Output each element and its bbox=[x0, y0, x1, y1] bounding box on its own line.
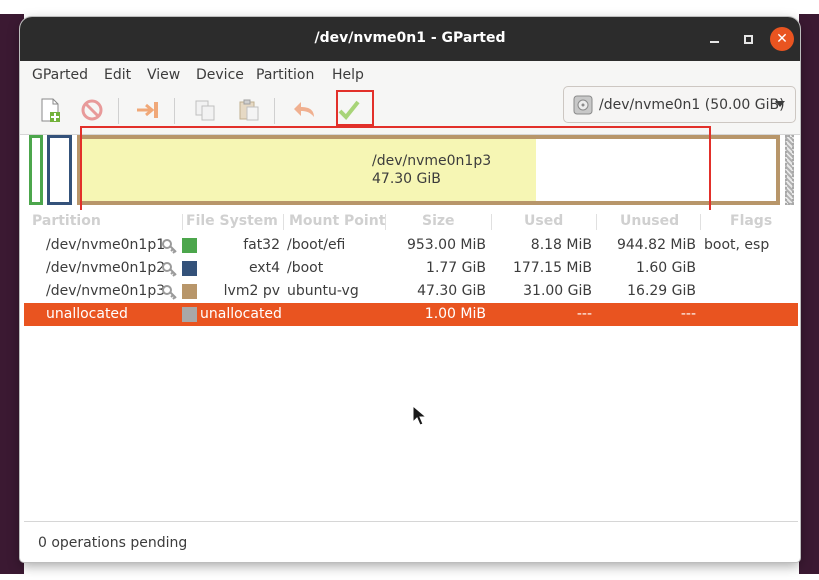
column-file-system[interactable]: File System bbox=[186, 213, 278, 229]
new-partition-button[interactable] bbox=[33, 93, 67, 127]
partition-used: 8.18 MiB bbox=[530, 237, 592, 253]
table-row-selected[interactable]: unallocated unallocated 1.00 MiB --- --- bbox=[24, 303, 798, 326]
operations-pending-status: 0 operations pending bbox=[38, 535, 188, 551]
partition-name: /dev/nvme0n1p1 bbox=[46, 237, 166, 253]
minimize-button[interactable] bbox=[702, 27, 726, 51]
menu-device[interactable]: Device bbox=[196, 67, 244, 83]
device-selector[interactable]: /dev/nvme0n1 (50.00 GiB) bbox=[563, 86, 796, 123]
column-separator bbox=[182, 214, 183, 230]
delete-partition-button[interactable] bbox=[75, 93, 109, 127]
table-row[interactable]: /dev/nvme0n1p1 fat32 /boot/efi 953.00 Mi… bbox=[24, 234, 798, 257]
table-row[interactable]: /dev/nvme0n1p2 ext4 /boot 1.77 GiB 177.1… bbox=[24, 257, 798, 280]
partition-used: 177.15 MiB bbox=[512, 260, 592, 276]
partition-fs: fat32 bbox=[243, 237, 280, 253]
table-row[interactable]: /dev/nvme0n1p3 lvm2 pv ubuntu-vg 47.30 G… bbox=[24, 280, 798, 303]
gparted-window: /dev/nvme0n1 - GParted ✕ GParted Edit Vi… bbox=[20, 17, 800, 562]
toolbar-separator bbox=[274, 98, 275, 124]
partition-mount: /boot bbox=[287, 260, 324, 276]
title-bar[interactable]: /dev/nvme0n1 - GParted ✕ bbox=[20, 17, 800, 61]
fs-color-swatch bbox=[182, 307, 197, 322]
menu-gparted[interactable]: GParted bbox=[32, 67, 88, 83]
partition-table-header: Partition File System Mount Point Size U… bbox=[24, 210, 798, 234]
apply-button[interactable] bbox=[332, 93, 366, 127]
minimize-icon bbox=[709, 41, 719, 43]
window-title: /dev/nvme0n1 - GParted bbox=[314, 30, 506, 46]
fs-color-swatch bbox=[182, 261, 197, 276]
desktop-background-right bbox=[799, 14, 819, 574]
apply-check-icon bbox=[338, 100, 360, 120]
maximize-icon bbox=[743, 34, 753, 44]
menu-bar: GParted Edit View Device Partition Help bbox=[20, 61, 800, 89]
column-mount-point[interactable]: Mount Point bbox=[289, 213, 385, 229]
column-separator bbox=[283, 214, 284, 230]
fs-color-swatch bbox=[182, 238, 197, 253]
menu-view[interactable]: View bbox=[147, 67, 180, 83]
partition-name: unallocated bbox=[46, 306, 128, 322]
paste-icon bbox=[239, 99, 259, 121]
partition-name: /dev/nvme0n1p3 bbox=[46, 283, 166, 299]
partition-map-p2[interactable] bbox=[47, 135, 72, 205]
mouse-pointer-icon bbox=[412, 405, 426, 426]
partition-mount: /boot/efi bbox=[287, 237, 346, 253]
device-selector-label: /dev/nvme0n1 (50.00 GiB) bbox=[599, 97, 785, 113]
close-button[interactable]: ✕ bbox=[770, 27, 794, 51]
partition-used: 31.00 GiB bbox=[523, 283, 592, 299]
column-separator bbox=[596, 214, 597, 230]
partition-map: /dev/nvme0n1p3 47.30 GiB bbox=[20, 135, 800, 207]
copy-icon bbox=[195, 100, 215, 121]
menu-partition[interactable]: Partition bbox=[256, 67, 314, 83]
close-icon: ✕ bbox=[776, 31, 788, 47]
chevron-down-icon bbox=[775, 101, 785, 107]
column-separator bbox=[385, 214, 386, 230]
copy-button[interactable] bbox=[188, 93, 222, 127]
column-flags[interactable]: Flags bbox=[730, 213, 772, 229]
column-separator bbox=[491, 214, 492, 230]
undo-button[interactable] bbox=[288, 93, 322, 127]
key-icon bbox=[162, 285, 177, 300]
partition-mount: ubuntu-vg bbox=[287, 283, 359, 299]
resize-move-icon bbox=[137, 102, 158, 118]
undo-icon bbox=[294, 102, 314, 117]
column-unused[interactable]: Unused bbox=[620, 213, 679, 229]
fs-color-swatch bbox=[182, 284, 197, 299]
partition-fs: ext4 bbox=[248, 260, 280, 276]
status-bar: 0 operations pending bbox=[24, 521, 798, 561]
menu-help[interactable]: Help bbox=[332, 67, 364, 83]
disk-icon bbox=[573, 95, 593, 115]
partition-map-p1[interactable] bbox=[29, 135, 43, 205]
partition-map-p3-name: /dev/nvme0n1p3 bbox=[372, 153, 492, 169]
key-icon bbox=[162, 262, 177, 277]
partition-size: 1.00 MiB bbox=[424, 306, 486, 322]
new-partition-icon bbox=[41, 98, 60, 122]
partition-size: 1.77 GiB bbox=[426, 260, 486, 276]
partition-used: --- bbox=[576, 306, 592, 322]
partition-map-unallocated[interactable] bbox=[785, 135, 794, 205]
key-icon bbox=[162, 239, 177, 254]
delete-icon bbox=[81, 99, 103, 121]
toolbar-separator bbox=[174, 98, 175, 124]
partition-flags: boot, esp bbox=[704, 237, 770, 253]
partition-unused: 16.29 GiB bbox=[627, 283, 696, 299]
column-size[interactable]: Size bbox=[422, 213, 455, 229]
partition-unused: 944.82 MiB bbox=[616, 237, 696, 253]
column-partition[interactable]: Partition bbox=[32, 213, 101, 229]
paste-button[interactable] bbox=[232, 93, 266, 127]
column-separator bbox=[700, 214, 701, 230]
partition-map-p3-size: 47.30 GiB bbox=[372, 171, 441, 187]
partition-map-p3[interactable]: /dev/nvme0n1p3 47.30 GiB bbox=[77, 135, 780, 205]
column-used[interactable]: Used bbox=[524, 213, 563, 229]
partition-unused: --- bbox=[680, 306, 696, 322]
maximize-button[interactable] bbox=[736, 27, 760, 51]
partition-fs: unallocated bbox=[200, 306, 282, 322]
partition-unused: 1.60 GiB bbox=[636, 260, 696, 276]
menu-edit[interactable]: Edit bbox=[104, 67, 131, 83]
partition-size: 47.30 GiB bbox=[417, 283, 486, 299]
resize-move-button[interactable] bbox=[131, 93, 165, 127]
partition-fs: lvm2 pv bbox=[223, 283, 280, 299]
toolbar-separator bbox=[118, 98, 119, 124]
partition-name: /dev/nvme0n1p2 bbox=[46, 260, 166, 276]
partition-size: 953.00 MiB bbox=[406, 237, 486, 253]
